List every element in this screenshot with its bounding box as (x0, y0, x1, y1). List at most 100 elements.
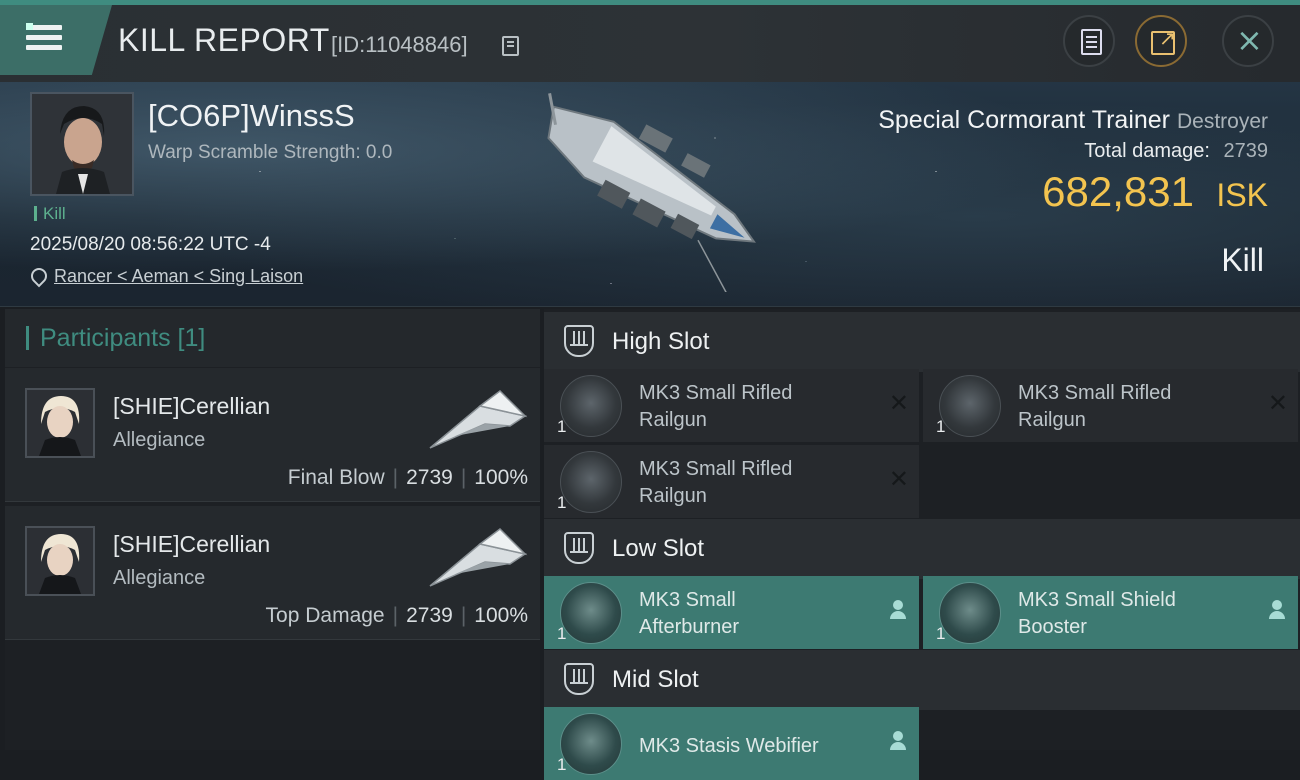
participant-ship-icon (429, 528, 528, 587)
module-name-line2: Railgun (639, 485, 707, 507)
destroyed-icon: ✕ (888, 389, 909, 417)
dropped-pilot-icon (889, 600, 907, 620)
module-quantity: 1 (557, 755, 567, 774)
module-high-2[interactable]: 1 MK3 Small Rifled Railgun ✕ (923, 369, 1298, 442)
participant-role: Top Damage (265, 604, 385, 627)
participant-damage: 2739 (406, 604, 453, 627)
menu-button[interactable] (0, 5, 112, 75)
copy-icon[interactable] (502, 36, 519, 56)
participant-avatar-image (27, 528, 93, 594)
participant-avatar (25, 526, 95, 596)
module-quantity: 1 (936, 417, 946, 436)
module-quantity: 1 (936, 624, 946, 643)
module-name: MK3 Small Rifled Railgun (639, 456, 869, 510)
module-mid-1[interactable]: 1 MK3 Stasis Webifier (544, 707, 919, 780)
railgun-icon (560, 375, 622, 437)
module-low-1[interactable]: 1 MK3 Small Afterburner (544, 576, 919, 649)
kill-tag: Kill (34, 204, 66, 224)
module-quantity: 1 (557, 624, 567, 643)
dropped-pilot-icon (1268, 600, 1286, 620)
participant-card[interactable]: [SHIE]Cerellian Allegiance Final Blow | 27… (5, 368, 540, 502)
ship-name-text: Special Cormorant Trainer (878, 106, 1171, 134)
module-name-line1: MK3 Small (639, 589, 736, 611)
low-slot-header: Low Slot (544, 519, 1300, 579)
menu-icon (26, 25, 62, 30)
isk-value: 682,831 ISK (1042, 168, 1268, 216)
module-name-line2: Railgun (1018, 409, 1086, 431)
module-name: MK3 Small Rifled Railgun (639, 380, 869, 434)
victim-banner: [CO6P]WinssS Warp Scramble Strength: 0.0… (0, 82, 1300, 307)
module-quantity: 1 (557, 493, 567, 512)
page-title: KILL REPORT (118, 22, 330, 58)
ship-image (547, 93, 756, 292)
mid-slot-label: Mid Slot (612, 666, 699, 693)
module-name-line1: MK3 Stasis Webifier (639, 735, 819, 757)
module-name: MK3 Small Shield Booster (1018, 587, 1248, 641)
module-name-line1: MK3 Small Rifled (1018, 382, 1172, 404)
railgun-icon (560, 451, 622, 513)
report-id: [ID:11048846] (331, 32, 468, 57)
participant-stats: Top Damage | 2739 | 100% (265, 604, 528, 627)
isk-currency: ISK (1216, 177, 1268, 213)
module-name-line1: MK3 Small Rifled (639, 382, 793, 404)
module-name: MK3 Small Rifled Railgun (1018, 380, 1248, 434)
low-slot-icon (564, 532, 594, 564)
document-icon (1081, 29, 1102, 55)
warp-scramble-strength: Warp Scramble Strength: 0.0 (148, 142, 393, 163)
kill-location-link[interactable]: Rancer < Aeman < Sing Laison (54, 266, 303, 287)
participant-role: Final Blow (287, 466, 385, 489)
participants-header: Participants [1] (5, 309, 540, 367)
participant-alliance: Allegiance (113, 429, 206, 451)
participant-percent: 100% (474, 466, 528, 489)
shield-booster-icon (939, 582, 1001, 644)
stasis-webifier-icon (560, 713, 622, 775)
mid-slot-icon (564, 663, 594, 695)
module-name-line2: Afterburner (639, 616, 740, 638)
share-arrow-icon: ↗ (1159, 26, 1176, 50)
module-low-2[interactable]: 1 MK3 Small Shield Booster (923, 576, 1298, 649)
total-damage-value: 2739 (1223, 140, 1269, 162)
victim-portrait[interactable] (30, 92, 134, 196)
mid-slot-header: Mid Slot (544, 650, 1300, 710)
kill-datetime: 2025/08/20 08:56:22 UTC -4 (30, 234, 271, 255)
afterburner-icon (560, 582, 622, 644)
close-button[interactable]: × (1222, 15, 1274, 67)
module-name: MK3 Small Afterburner (639, 587, 869, 641)
participants-title: Participants [1] (40, 324, 206, 352)
ship-name[interactable]: Special Cormorant Trainer Destroyer (878, 106, 1268, 135)
participants-header-bar (26, 326, 29, 350)
victim-name[interactable]: [CO6P]WinssS (148, 98, 355, 134)
module-name: MK3 Stasis Webifier (639, 733, 869, 760)
fitting-panel: High Slot 1 MK3 Small Rifled Railgun ✕ 1 … (544, 309, 1300, 780)
participant-avatar-image (27, 390, 93, 456)
high-slot-icon (564, 325, 594, 357)
top-accent-line (0, 0, 1300, 5)
participant-alliance: Allegiance (113, 567, 206, 589)
module-high-3[interactable]: 1 MK3 Small Rifled Railgun ✕ (544, 445, 919, 518)
close-icon: × (1236, 21, 1263, 59)
module-high-1[interactable]: 1 MK3 Small Rifled Railgun ✕ (544, 369, 919, 442)
top-bar: KILL REPORT [ID:11048846] ↗ × (0, 0, 1300, 82)
report-button[interactable] (1063, 15, 1115, 67)
participant-damage: 2739 (406, 466, 453, 489)
participant-percent: 100% (474, 604, 528, 627)
victim-portrait-image (32, 94, 132, 194)
isk-amount: 682,831 (1042, 168, 1194, 215)
participant-stats: Final Blow | 2739 | 100% (287, 466, 528, 489)
participant-name: [SHIE]Cerellian (113, 531, 271, 557)
participant-name: [SHIE]Cerellian (113, 393, 271, 419)
share-button[interactable]: ↗ (1135, 15, 1187, 67)
dropped-pilot-icon (889, 731, 907, 751)
participant-avatar (25, 388, 95, 458)
high-slot-header: High Slot (544, 312, 1300, 372)
module-name-line1: MK3 Small Shield (1018, 589, 1176, 611)
kill-result: Kill (1221, 242, 1264, 278)
module-name-line1: MK3 Small Rifled (639, 458, 793, 480)
destroyed-icon: ✕ (1267, 389, 1288, 417)
total-damage: Total damage: 2739 (1084, 140, 1268, 163)
low-slot-label: Low Slot (612, 535, 705, 562)
participant-card[interactable]: [SHIE]Cerellian Allegiance Top Damage | 27… (5, 506, 540, 640)
module-name-line2: Booster (1018, 616, 1087, 638)
module-name-line2: Railgun (639, 409, 707, 431)
total-damage-label: Total damage: (1084, 140, 1210, 162)
